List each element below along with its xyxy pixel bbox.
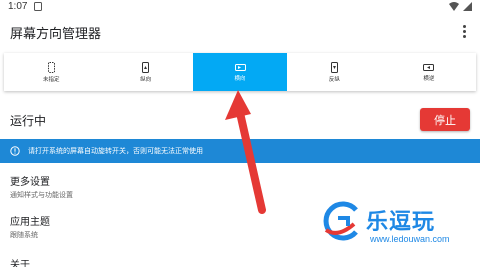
stop-button[interactable]: 停止 [420,108,470,131]
settings-item-title: 关于 [10,260,30,267]
banner-message: 请打开系统的屏幕自动旋转开关，否则可能无法正常使用 [28,148,203,155]
orientation-option-unspecified[interactable]: 未指定 [4,53,98,91]
app-bar: 屏幕方向管理器 [0,14,480,50]
orientation-option-reverse-landscape[interactable]: 横逆 [382,53,476,91]
phone-landscape-icon [234,63,246,71]
orientation-option-landscape[interactable]: 横向 [192,53,288,91]
settings-item-theme[interactable]: 应用主题 跟随系统 [10,213,50,240]
orientation-label: 横逆 [423,75,435,82]
wifi-icon [449,2,459,11]
auto-rotate-warning-banner[interactable]: 请打开系统的屏幕自动旋转开关，否则可能无法正常使用 [0,139,480,163]
info-icon [10,146,20,156]
settings-item-more[interactable]: 更多设置 通知样式与功能设置 [10,173,73,200]
settings-item-subtitle: 通知样式与功能设置 [10,192,73,199]
phone-reverse-portrait-icon [330,61,338,73]
orientation-label: 横向 [234,75,246,82]
watermark-url: www.ledouwan.com [370,234,450,244]
watermark: 乐逗玩 www.ledouwan.com [318,196,478,256]
phone-unspecified-icon [47,61,55,73]
orientation-label: 未指定 [42,76,60,83]
status-bar: 1:07 [0,0,480,14]
orientation-label: 纵向 [140,76,152,83]
watermark-logo-icon [323,201,358,241]
watermark-brand: 乐逗玩 [366,209,436,234]
orientation-option-portrait[interactable]: 纵向 [98,53,192,91]
orientation-selector: 未指定 纵向 横向 反纵 横逆 [4,53,476,91]
notification-icon [34,2,42,11]
settings-item-title: 更多设置 [10,177,50,188]
phone-reverse-landscape-icon [423,63,435,71]
signal-icon [463,2,472,11]
settings-item-about[interactable]: 关于 [10,256,30,267]
phone-portrait-icon [142,61,150,73]
app-title: 屏幕方向管理器 [10,26,102,41]
running-status-label: 运行中 [10,114,47,128]
orientation-label: 反纵 [328,76,340,83]
status-time: 1:07 [8,1,28,12]
service-status-row: 运行中 停止 [0,106,480,134]
settings-item-title: 应用主题 [10,217,50,228]
overflow-menu-icon[interactable] [456,22,472,40]
orientation-option-reverse-portrait[interactable]: 反纵 [287,53,381,91]
status-icons [449,2,472,11]
settings-item-subtitle: 跟随系统 [10,232,38,239]
